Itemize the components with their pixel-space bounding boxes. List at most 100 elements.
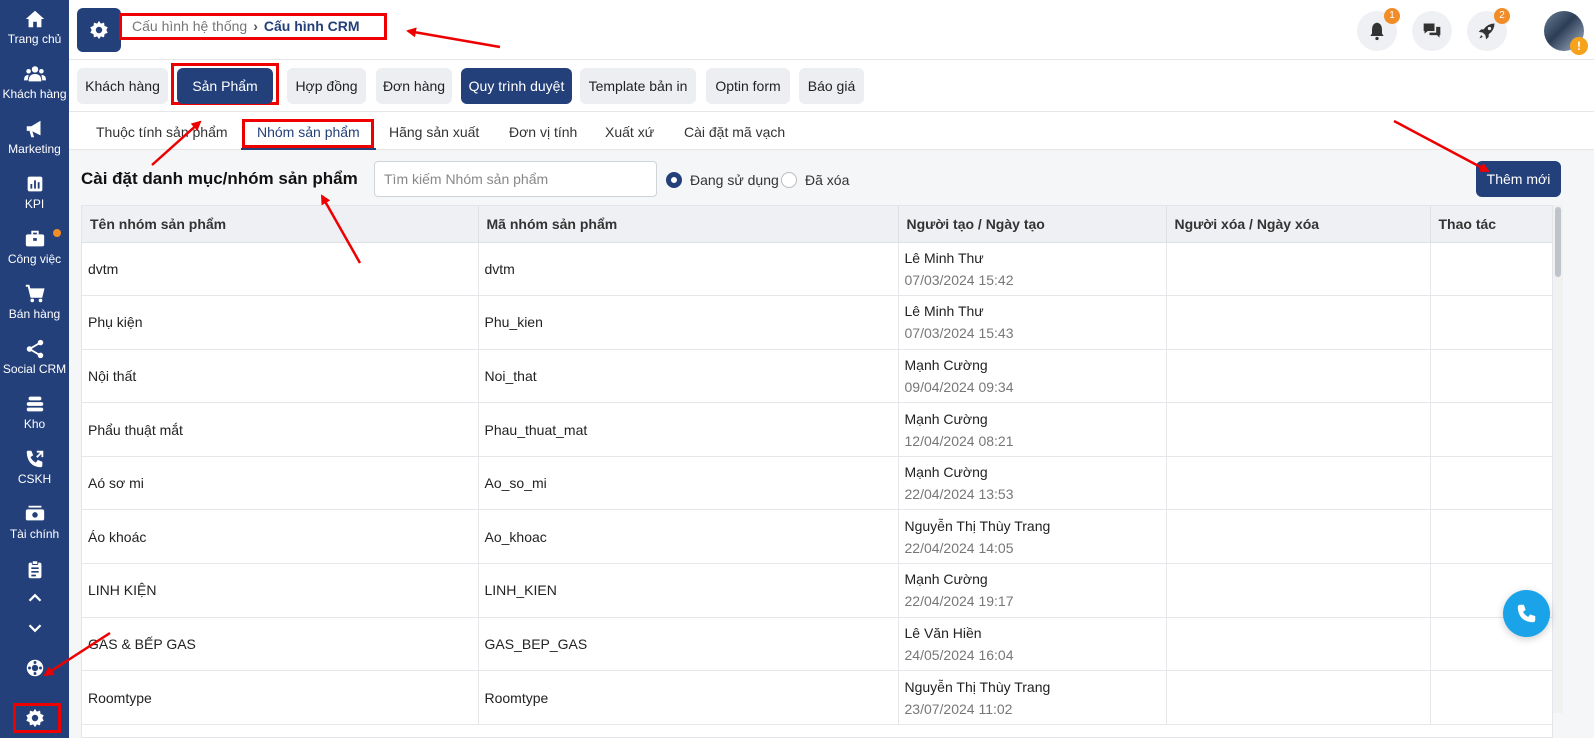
scrollbar-thumb[interactable] [1555, 207, 1561, 277]
table-row[interactable]: GAS & BẾP GAS GAS_BEP_GAS Lê Văn Hiền 24/… [82, 617, 1552, 672]
breadcrumb-parent[interactable]: Cấu hình hệ thống [132, 18, 247, 34]
sidebar-item-label: KPI [24, 197, 45, 211]
breadcrumb-current: Cấu hình CRM [263, 18, 360, 34]
cell-deleter [1166, 402, 1431, 457]
chat-icon [1423, 23, 1441, 38]
gear-icon [25, 708, 44, 728]
sidebar-item-label: Khách hàng [2, 87, 67, 101]
creator-name: Lê Minh Thư [904, 249, 984, 266]
subtab-manufacturers[interactable]: Hãng sản xuất [389, 113, 479, 150]
filter-active-radio[interactable]: Đang sử dụng [666, 170, 779, 190]
subtab-origin[interactable]: Xuất xứ [605, 113, 654, 150]
tab-products[interactable]: Sản Phẩm [177, 68, 273, 104]
product-group-table: Tên nhóm sản phẩm Mã nhóm sản phẩm Người… [81, 205, 1553, 738]
cell-actions [1430, 509, 1552, 565]
chat-button[interactable] [1412, 11, 1452, 51]
sidebar-item-marketing[interactable]: Marketing [0, 118, 69, 156]
subtab-barcode-settings[interactable]: Cài đặt mã vạch [684, 113, 785, 150]
table-row[interactable]: Áo khoác Ao_khoac Nguyễn Thị Thùy Trang 2… [82, 509, 1552, 565]
created-date: 24/05/2024 16:04 [904, 646, 1014, 663]
config-menu-button[interactable] [77, 8, 121, 52]
sidebar-item-social-crm[interactable]: Social CRM [0, 338, 69, 376]
users-icon [23, 66, 46, 82]
chevron-up-icon [28, 593, 41, 602]
table-row[interactable]: Nội thất Noi_that Mạnh Cường 09/04/2024 0… [82, 349, 1552, 404]
cell-deleter [1166, 456, 1431, 511]
tab-customers[interactable]: Khách hàng [77, 68, 168, 104]
table-header-row: Tên nhóm sản phẩm Mã nhóm sản phẩm Người… [82, 206, 1552, 243]
tab-quotes[interactable]: Báo giá [799, 68, 864, 104]
cell-name: dvtm [82, 242, 479, 297]
created-date: 12/04/2024 08:21 [904, 432, 1014, 449]
table-row[interactable]: Phụ kiện Phu_kien Lê Minh Thư 07/03/2024 … [82, 295, 1552, 350]
sidebar-item-warehouse[interactable]: Kho [0, 393, 69, 431]
col-header-deleter: Người xóa / Ngày xóa [1166, 206, 1431, 243]
created-date: 22/04/2024 14:05 [904, 539, 1014, 556]
cell-creator: Lê Văn Hiền 24/05/2024 16:04 [898, 617, 1167, 672]
page-title: Cài đặt danh mục/nhóm sản phẩm [81, 169, 358, 188]
subtab-units[interactable]: Đơn vị tính [509, 113, 577, 150]
rocket-button[interactable]: 2 [1467, 8, 1510, 51]
creator-name: Mạnh Cường [904, 464, 988, 481]
scroll-up-button[interactable] [0, 587, 69, 611]
sidebar-item-clipboard[interactable] [0, 559, 69, 583]
share-icon [26, 339, 43, 359]
cell-code: Noi_that [478, 349, 899, 404]
filter-deleted-radio[interactable]: Đã xóa [781, 170, 849, 190]
tab-orders[interactable]: Đơn hàng [376, 68, 452, 104]
tab-optin-form[interactable]: Optin form [706, 68, 790, 104]
tab-print-template[interactable]: Template bản in [580, 68, 696, 104]
creator-name: Nguyễn Thị Thùy Trang [904, 678, 1051, 695]
cell-creator: Mạnh Cường 09/04/2024 09:34 [898, 349, 1167, 404]
cell-code: Ao_khoac [478, 509, 899, 565]
add-new-button[interactable]: Thêm mới [1476, 161, 1561, 197]
main-content: Cài đặt danh mục/nhóm sản phẩm Đang sử d… [69, 150, 1594, 738]
phone-support-icon [26, 450, 43, 468]
cell-creator: Nguyễn Thị Thùy Trang 23/07/2024 11:02 [898, 670, 1167, 725]
sidebar-item-customers[interactable]: Khách hàng [0, 63, 69, 101]
tab-contracts[interactable]: Hợp đồng [287, 68, 366, 104]
call-button[interactable] [1503, 590, 1550, 637]
sidebar-item-sales[interactable]: Bán hàng [0, 283, 69, 321]
sidebar-item-customer-care[interactable]: CSKH [0, 448, 69, 486]
sidebar-item-home[interactable]: Trang chủ [0, 8, 69, 46]
radio-label: Đã xóa [805, 172, 850, 188]
cell-actions [1430, 242, 1552, 297]
created-date: 22/04/2024 13:53 [904, 486, 1014, 503]
table-row[interactable]: dvtm dvtm Lê Minh Thư 07/03/2024 15:42 [82, 242, 1552, 297]
table-row[interactable]: Roomtype Roomtype Nguyễn Thị Thùy Trang 2… [82, 670, 1552, 725]
search-input[interactable] [374, 161, 657, 197]
cell-creator: Nguyễn Thị Thùy Trang 22/04/2024 14:05 [898, 509, 1167, 565]
notifications-button[interactable]: 1 [1357, 8, 1400, 51]
cell-name: Nội thất [82, 349, 479, 404]
cell-creator: Lê Minh Thư 07/03/2024 15:43 [898, 295, 1167, 350]
cell-name: GAS & BẾP GAS [82, 617, 479, 672]
cell-deleter [1166, 617, 1431, 672]
chevron-down-icon [28, 624, 41, 633]
creator-name: Mạnh Cường [904, 571, 988, 588]
table-row[interactable]: LINH KIỆN LINH_KIEN Mạnh Cường 22/04/2024… [82, 563, 1552, 618]
table-scrollbar[interactable] [1553, 205, 1563, 713]
subtab-product-attributes[interactable]: Thuộc tính sản phẩm [96, 113, 228, 150]
col-header-name: Tên nhóm sản phẩm [82, 206, 479, 243]
scroll-down-button[interactable] [0, 617, 69, 641]
col-header-code: Mã nhóm sản phẩm [478, 206, 899, 243]
sidebar-item-finance[interactable]: Tài chính [0, 503, 69, 541]
support-button[interactable] [0, 657, 69, 681]
cart-icon [25, 284, 45, 303]
cell-actions [1430, 456, 1552, 511]
sidebar-item-kpi[interactable]: KPI [0, 173, 69, 211]
config-tabs: Khách hàng Sản Phẩm Hợp đồng Đơn hàng Qu… [69, 60, 1594, 112]
col-header-creator: Người tạo / Ngày tạo [898, 206, 1167, 243]
cell-creator: Mạnh Cường 22/04/2024 19:17 [898, 563, 1167, 618]
avatar[interactable]: ! [1544, 11, 1588, 55]
cell-actions [1430, 402, 1552, 457]
settings-button[interactable] [0, 707, 69, 731]
tab-approval-process[interactable]: Quy trình duyệt [461, 68, 572, 104]
table-row[interactable]: Phẩu thuật mắt Phau_thuat_mat Mạnh Cường… [82, 402, 1552, 457]
radio-label: Đang sử dụng [690, 172, 779, 188]
cell-code: GAS_BEP_GAS [478, 617, 899, 672]
table-row[interactable]: Aó sơ mi Ao_so_mi Mạnh Cường 22/04/2024 1… [82, 456, 1552, 511]
subtab-product-groups[interactable]: Nhóm sản phẩm [241, 113, 376, 150]
cell-code: Phau_thuat_mat [478, 402, 899, 457]
